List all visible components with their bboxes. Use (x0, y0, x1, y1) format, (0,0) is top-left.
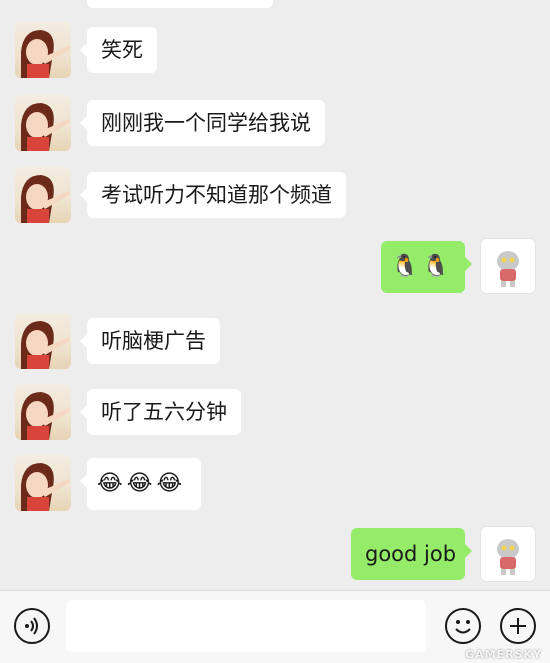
voice-icon (25, 617, 38, 635)
contact-avatar[interactable] (15, 384, 71, 440)
girl-avatar-icon (21, 30, 69, 78)
message-bubble[interactable]: 听脑梗广告 (80, 318, 220, 364)
more-options-button[interactable] (500, 608, 536, 644)
girl-avatar-icon (21, 103, 69, 151)
voice-input-button[interactable] (14, 608, 50, 644)
message-bubble[interactable]: 听了五六分钟 (80, 389, 241, 435)
message-bubble[interactable]: good job (351, 528, 472, 580)
message-bubble[interactable]: 🐧 🐧 (381, 241, 472, 293)
message-text: 刚刚我一个同学给我说 (101, 111, 311, 135)
message-text: 听脑梗广告 (101, 329, 206, 353)
user-avatar[interactable] (480, 526, 536, 582)
user-avatar[interactable] (480, 238, 536, 294)
girl-avatar-icon (21, 175, 69, 223)
smiley-icon (455, 620, 471, 634)
emoji-picker-button[interactable] (445, 608, 481, 644)
laugh-cry-emoji: 😂 (97, 471, 123, 496)
chat-area: 笑死 刚刚我一个同学给我说 考试听力不知道那个频道 🐧 🐧 听脑梗广告 听了五六… (0, 0, 550, 590)
message-bubble[interactable]: 刚刚我一个同学给我说 (80, 100, 325, 146)
input-toolbar: GAMERSKY (0, 590, 550, 663)
laugh-cry-emoji: 😂 (156, 471, 183, 496)
contact-avatar[interactable] (15, 95, 71, 151)
message-bubble[interactable]: 笑死 (80, 27, 157, 73)
penguin-emoji: 🐧 (391, 254, 419, 279)
watermark: GAMERSKY (465, 648, 542, 661)
robot-avatar-icon (497, 539, 519, 575)
girl-avatar-icon (21, 392, 69, 440)
girl-avatar-icon (21, 463, 69, 511)
message-bubble-partial (87, 0, 273, 8)
girl-avatar-icon (21, 321, 69, 369)
message-text: 听了五六分钟 (101, 400, 227, 424)
laugh-cry-emoji: 😂 (126, 471, 153, 496)
contact-avatar[interactable] (15, 167, 71, 223)
contact-avatar[interactable] (15, 313, 71, 369)
message-bubble[interactable]: 考试听力不知道那个频道 (80, 172, 346, 218)
message-bubble[interactable]: 😂 😂 😂 (80, 458, 201, 510)
message-text: 考试听力不知道那个频道 (101, 183, 332, 207)
penguin-emoji: 🐧 (422, 254, 450, 279)
contact-avatar[interactable] (15, 22, 71, 78)
plus-icon (510, 618, 526, 634)
message-input[interactable] (66, 600, 426, 652)
contact-avatar[interactable] (15, 455, 71, 511)
message-text: 笑死 (101, 38, 143, 62)
robot-avatar-icon (497, 251, 519, 287)
message-text: good job (365, 542, 457, 566)
